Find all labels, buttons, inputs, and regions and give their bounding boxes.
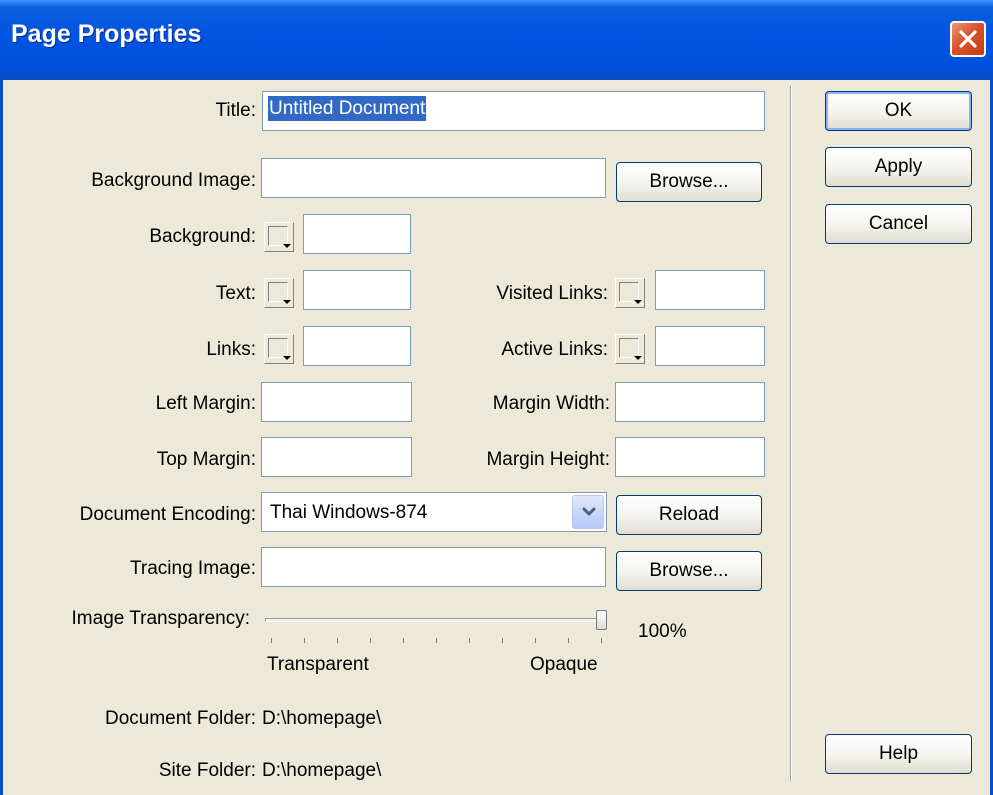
top-margin-input[interactable] <box>261 437 412 477</box>
text-color-swatch[interactable] <box>264 278 294 308</box>
background-color-swatch[interactable] <box>264 222 294 252</box>
browse-tracing-button[interactable]: Browse... <box>616 551 762 591</box>
title-bar: Page Properties <box>0 0 993 80</box>
tracing-image-input[interactable] <box>261 547 606 587</box>
tracing-image-label: Tracing Image: <box>129 558 256 579</box>
chevron-down-icon <box>283 300 291 304</box>
links-color-swatch[interactable] <box>264 334 294 364</box>
links-label: Links: <box>206 339 256 360</box>
chevron-down-icon <box>634 356 642 360</box>
slider-tick <box>304 638 305 643</box>
background-color-input[interactable] <box>303 214 411 254</box>
close-button[interactable] <box>950 21 986 57</box>
reload-button[interactable]: Reload <box>616 495 762 535</box>
slider-tick <box>436 638 437 643</box>
active-links-color-input[interactable] <box>655 326 765 366</box>
browse-background-button[interactable]: Browse... <box>616 162 762 202</box>
links-color-input[interactable] <box>303 326 411 366</box>
document-encoding-dropdown-button[interactable] <box>572 495 604 529</box>
title-label: Title: <box>215 100 256 121</box>
transparency-slider-thumb[interactable] <box>596 610 607 630</box>
vertical-divider <box>790 86 792 781</box>
color-swatch-icon <box>619 338 639 358</box>
chevron-down-icon <box>634 300 642 304</box>
help-button[interactable]: Help <box>825 734 972 774</box>
document-encoding-value: Thai Windows-874 <box>270 502 428 523</box>
slider-tick <box>535 638 536 643</box>
document-encoding-label: Document Encoding: <box>79 504 256 525</box>
window-frame-left <box>0 80 3 795</box>
visited-links-color-input[interactable] <box>655 270 765 310</box>
text-color-input[interactable] <box>303 270 411 310</box>
dialog-title: Page Properties <box>11 20 202 48</box>
opaque-label: Opaque <box>530 654 598 675</box>
slider-tick <box>403 638 404 643</box>
margin-height-input[interactable] <box>615 437 765 477</box>
cancel-button[interactable]: Cancel <box>825 204 972 244</box>
chevron-down-icon <box>283 356 291 360</box>
slider-tick <box>568 638 569 643</box>
margin-width-label: Margin Width: <box>492 393 610 414</box>
margin-height-label: Margin Height: <box>486 449 610 470</box>
visited-links-label: Visited Links: <box>496 283 608 304</box>
color-swatch-icon <box>268 226 288 246</box>
title-input[interactable]: Untitled Document <box>262 91 765 131</box>
close-icon <box>959 30 977 48</box>
chevron-down-icon <box>582 507 596 516</box>
slider-tick <box>469 638 470 643</box>
slider-tick <box>370 638 371 643</box>
margin-width-input[interactable] <box>615 382 765 422</box>
document-folder-value: D:\homepage\ <box>262 708 382 729</box>
transparency-slider-track[interactable] <box>265 618 607 622</box>
chevron-down-icon <box>283 244 291 248</box>
left-margin-label: Left Margin: <box>155 393 256 414</box>
left-margin-input[interactable] <box>261 382 412 422</box>
site-folder-value: D:\homepage\ <box>262 760 382 781</box>
slider-tick <box>337 638 338 643</box>
active-links-label: Active Links: <box>501 339 608 360</box>
title-input-value: Untitled Document <box>268 96 427 121</box>
site-folder-label: Site Folder: <box>158 760 256 781</box>
image-transparency-label: Image Transparency: <box>71 608 250 629</box>
color-swatch-icon <box>619 282 639 302</box>
apply-button[interactable]: Apply <box>825 147 972 187</box>
ok-button[interactable]: OK <box>825 91 972 131</box>
slider-tick <box>502 638 503 643</box>
transparency-value: 100% <box>638 621 687 642</box>
text-label: Text: <box>215 283 256 304</box>
background-label: Background: <box>149 226 256 247</box>
slider-tick <box>271 638 272 643</box>
active-links-color-swatch[interactable] <box>615 334 645 364</box>
top-margin-label: Top Margin: <box>156 449 256 470</box>
slider-tick <box>601 638 602 643</box>
background-image-input[interactable] <box>261 158 606 198</box>
page-properties-dialog: Page Properties Title: Untitled Document… <box>0 0 993 795</box>
document-encoding-select[interactable]: Thai Windows-874 <box>261 492 607 532</box>
background-image-label: Background Image: <box>91 170 256 191</box>
visited-links-color-swatch[interactable] <box>615 278 645 308</box>
color-swatch-icon <box>268 282 288 302</box>
document-folder-label: Document Folder: <box>104 708 256 729</box>
transparent-label: Transparent <box>267 654 369 675</box>
color-swatch-icon <box>268 338 288 358</box>
